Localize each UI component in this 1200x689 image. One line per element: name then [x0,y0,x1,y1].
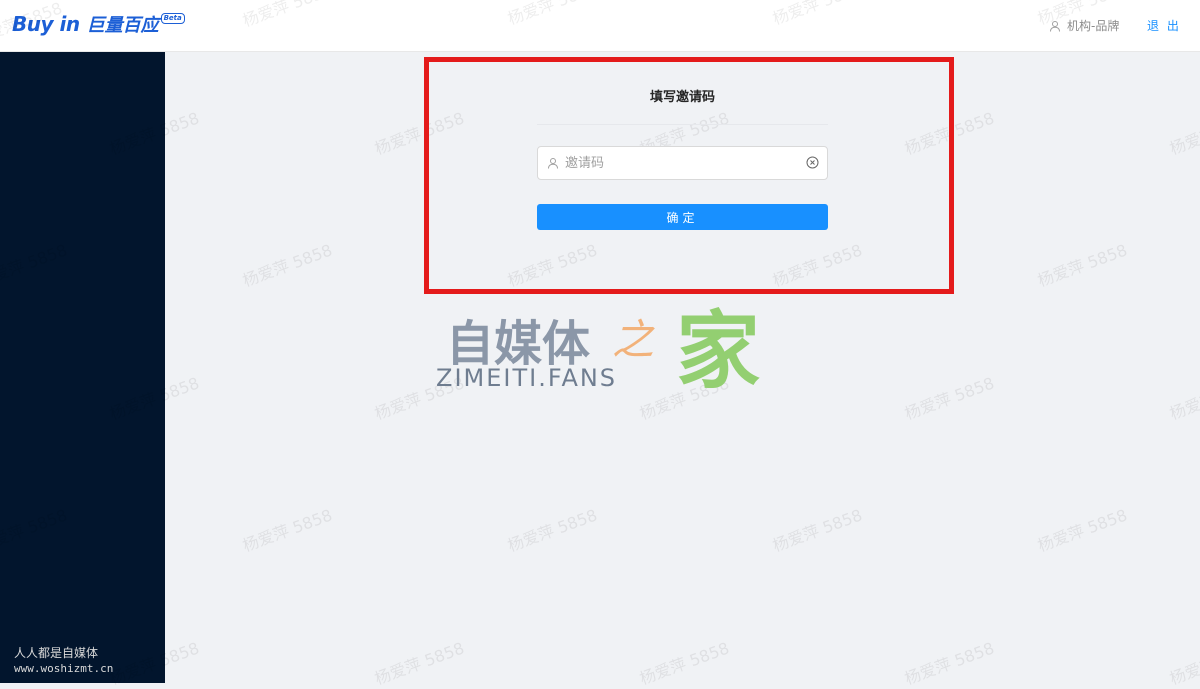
sidebar: 人人都是自媒体 www.woshizmt.cn [0,52,165,683]
user-account[interactable]: 机构-品牌 [1049,17,1119,34]
confirm-button[interactable]: 确定 [537,204,828,230]
user-icon [547,157,559,169]
beta-badge: Beta [160,12,185,24]
site-watermark-url: www.woshizmt.cn [14,662,114,675]
logout-button[interactable]: 退 出 [1147,17,1181,34]
user-role-label: 机构-品牌 [1067,19,1120,33]
invite-code-input[interactable] [563,154,793,172]
divider [537,124,828,125]
logo-cn-text: 巨量百应 [86,15,159,36]
brand-logo[interactable]: Buy in 巨量百应 Beta [12,11,185,37]
invite-code-field[interactable] [537,146,828,180]
form-title: 填写邀请码 [649,90,715,105]
logo-text: Buy in [12,12,80,36]
site-watermark-name: 人人都是自媒体 [14,646,99,660]
site-watermark: 人人都是自媒体 www.woshizmt.cn [14,646,113,676]
invite-code-form: 填写邀请码 确定 [537,78,828,248]
user-icon [1050,20,1060,32]
top-header: Buy in 巨量百应 Beta 机构-品牌 退 出 [0,0,1200,52]
close-circle-icon[interactable] [806,156,819,169]
